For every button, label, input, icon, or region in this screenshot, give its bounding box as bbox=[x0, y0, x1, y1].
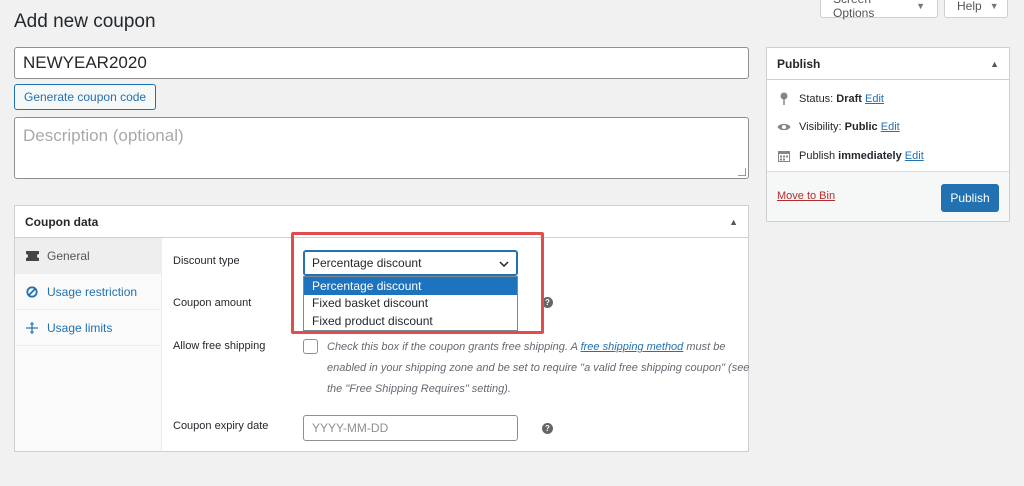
restricted-icon bbox=[25, 285, 39, 298]
free-shipping-checkbox[interactable] bbox=[303, 339, 318, 354]
description-placeholder: Description (optional) bbox=[23, 126, 184, 145]
collapse-toggle-icon[interactable]: ▲ bbox=[729, 217, 738, 227]
pin-icon bbox=[777, 92, 791, 105]
description-textarea[interactable]: Description (optional) bbox=[14, 117, 749, 179]
screen-options-button[interactable]: Screen Options ▼ bbox=[820, 0, 938, 20]
help-button[interactable]: Help ▼ bbox=[944, 0, 1008, 18]
limits-icon bbox=[25, 321, 39, 334]
collapse-toggle-icon[interactable]: ▲ bbox=[990, 59, 999, 69]
tab-general[interactable]: General bbox=[15, 238, 161, 274]
tab-usage-restriction[interactable]: Usage restriction bbox=[15, 274, 161, 310]
discount-type-label: Discount type bbox=[173, 255, 240, 267]
publish-header: Publish ▲ bbox=[767, 48, 1009, 80]
visibility-row: Visibility: Public Edit bbox=[777, 121, 900, 133]
publish-box: Publish ▲ Status: Draft Edit Visibility:… bbox=[766, 47, 1010, 222]
tab-general-label: General bbox=[47, 248, 90, 263]
status-value: Draft bbox=[836, 92, 862, 105]
expiry-date-input[interactable]: YYYY-MM-DD bbox=[303, 415, 518, 441]
page-title: Add new coupon bbox=[14, 11, 156, 32]
resize-grip-icon[interactable] bbox=[738, 168, 746, 176]
expiry-date-label: Coupon expiry date bbox=[173, 420, 269, 432]
tab-usage-limits-label: Usage limits bbox=[47, 320, 113, 335]
publish-date-value: immediately bbox=[838, 150, 902, 162]
calendar-icon bbox=[777, 150, 791, 162]
highlight-annotation bbox=[291, 232, 544, 334]
publish-title: Publish bbox=[777, 56, 821, 71]
free-shipping-label: Allow free shipping bbox=[173, 340, 266, 352]
publish-date-label: Publish bbox=[799, 150, 839, 162]
tab-usage-restriction-label: Usage restriction bbox=[47, 284, 138, 299]
edit-publish-date-link[interactable]: Edit bbox=[905, 150, 924, 162]
status-row: Status: Draft Edit bbox=[777, 92, 884, 105]
edit-visibility-link[interactable]: Edit bbox=[881, 121, 900, 133]
free-shipping-method-link[interactable]: free shipping method bbox=[581, 341, 684, 353]
help-tip-icon[interactable]: ? bbox=[542, 423, 553, 434]
free-shipping-desc-part1: Check this box if the coupon grants free… bbox=[327, 341, 581, 353]
visibility-label: Visibility: bbox=[799, 121, 845, 133]
publish-date-row: Publish immediately Edit bbox=[777, 150, 924, 162]
free-shipping-description: Check this box if the coupon grants free… bbox=[327, 337, 757, 400]
coupon-data-title: Coupon data bbox=[25, 214, 99, 229]
help-label: Help bbox=[957, 0, 982, 13]
edit-status-link[interactable]: Edit bbox=[865, 93, 884, 105]
publish-button[interactable]: Publish bbox=[941, 184, 999, 212]
status-label: Status: bbox=[799, 92, 837, 105]
screen-options-label: Screen Options bbox=[833, 0, 875, 20]
generate-coupon-code-button[interactable]: Generate coupon code bbox=[14, 84, 157, 110]
visibility-value: Public bbox=[844, 121, 878, 133]
caret-down-icon: ▼ bbox=[989, 0, 999, 11]
tab-usage-limits[interactable]: Usage limits bbox=[15, 310, 161, 346]
move-to-bin-link[interactable]: Move to Bin bbox=[777, 190, 835, 202]
eye-icon bbox=[777, 122, 791, 132]
coupon-code-input[interactable]: NEWYEAR2020 bbox=[14, 47, 749, 79]
caret-down-icon: ▼ bbox=[916, 0, 925, 11]
publish-actions: Move to Bin Publish bbox=[767, 171, 1009, 221]
ticket-icon bbox=[25, 250, 39, 261]
coupon-amount-label: Coupon amount bbox=[173, 297, 252, 309]
coupon-data-tabs: General Usage restriction Usage limits bbox=[15, 238, 162, 451]
